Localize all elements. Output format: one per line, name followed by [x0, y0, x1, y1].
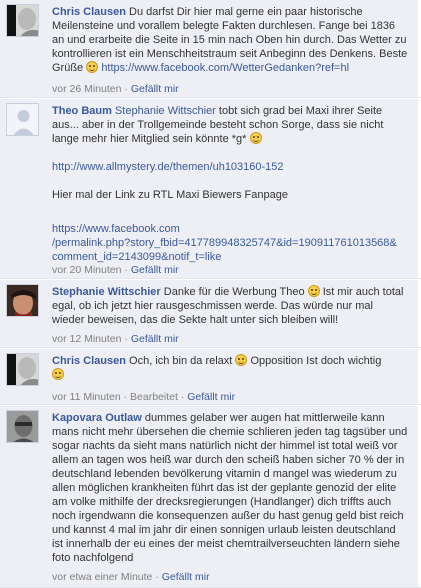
comment-body: Theo Baum Stephanie Wittschier tobt sich… — [52, 104, 408, 264]
like-button[interactable]: Gefällt mir — [187, 391, 235, 403]
avatar[interactable] — [6, 284, 39, 317]
comment-text: Opposition Ist doch wichtig — [250, 355, 382, 367]
comment: Stephanie Wittschier Danke für die Werbu… — [0, 280, 421, 348]
comment-timestamp[interactable]: vor 12 Minuten — [52, 333, 121, 345]
comment-text: dummes gelaber wer augen hat mittlerweil… — [52, 412, 408, 564]
separator: · — [124, 83, 128, 95]
profile-photo-icon — [7, 354, 38, 385]
comment-link[interactable]: https://www.facebook.com/WetterGedanken?… — [101, 62, 349, 74]
edited-label[interactable]: Bearbeitet — [130, 391, 178, 403]
separator: · — [123, 391, 128, 403]
comment-meta: vor 26 Minuten · Gefällt mir — [52, 83, 179, 95]
smiley-icon — [86, 61, 99, 73]
comment-author[interactable]: Kapovara Outlaw — [52, 412, 142, 424]
smiley-icon — [249, 132, 262, 144]
comment-link[interactable]: https://www.facebook.com — [52, 222, 408, 236]
comment-author[interactable]: Chris Clausen — [52, 355, 126, 367]
smiley-icon — [235, 354, 248, 366]
avatar[interactable] — [6, 410, 39, 443]
comment-timestamp[interactable]: vor 20 Minuten — [52, 264, 121, 276]
comment: Theo Baum Stephanie Wittschier tobt sich… — [0, 99, 421, 279]
mentioned-user[interactable]: Stephanie Wittschier — [115, 105, 216, 117]
profile-photo-icon — [7, 285, 38, 316]
separator: · — [124, 264, 128, 276]
comment-meta: vor 12 Minuten · Gefällt mir — [52, 333, 179, 345]
avatar[interactable] — [6, 353, 39, 386]
profile-photo-icon — [7, 5, 38, 36]
smiley-icon — [307, 285, 320, 297]
comment-body: Stephanie Wittschier Danke für die Werbu… — [52, 285, 408, 327]
comment-author[interactable]: Chris Clausen — [52, 6, 126, 18]
comment-author[interactable]: Theo Baum — [52, 105, 112, 117]
comment: Kapovara Outlaw dummes gelaber wer augen… — [0, 406, 421, 588]
separator: · — [180, 391, 185, 403]
comment-timestamp[interactable]: vor 26 Minuten — [52, 83, 121, 95]
profile-photo-icon — [7, 411, 38, 442]
comment-text: Och, ich bin da relaxt — [129, 355, 233, 367]
comment-feed: Chris Clausen Du darfst Dir hier mal ger… — [0, 0, 421, 588]
comment-meta: vor 11 Minuten · Bearbeitet · Gefällt mi… — [52, 391, 235, 403]
smiley-icon — [52, 368, 64, 380]
comment-text: Danke für die Werbung Theo — [163, 286, 305, 298]
comment-meta: vor 20 Minuten · Gefällt mir — [52, 264, 179, 276]
comment-text: Hier mal der Link zu RTL Maxi Biewers Fa… — [52, 189, 288, 201]
like-button[interactable]: Gefällt mir — [131, 83, 179, 95]
comment: Chris Clausen Och, ich bin da relaxt Opp… — [0, 349, 421, 405]
like-button[interactable]: Gefällt mir — [162, 571, 210, 583]
comment-meta: vor etwa einer Minute · Gefällt mir — [52, 571, 210, 583]
like-button[interactable]: Gefällt mir — [131, 333, 179, 345]
avatar[interactable] — [6, 4, 39, 37]
comment-link[interactable]: /permalink.php?story_fbid=41778994832574… — [52, 236, 408, 250]
comment-author[interactable]: Stephanie Wittschier — [52, 286, 161, 298]
default-profile-icon — [7, 104, 38, 135]
separator: · — [124, 333, 128, 345]
like-button[interactable]: Gefällt mir — [131, 264, 179, 276]
comment: Chris Clausen Du darfst Dir hier mal ger… — [0, 0, 421, 98]
comment-body: Kapovara Outlaw dummes gelaber wer augen… — [52, 411, 408, 565]
comment-link[interactable]: http://www.allmystery.de/themen/uh103160… — [52, 161, 284, 173]
comment-body: Chris Clausen Och, ich bin da relaxt Opp… — [52, 354, 408, 382]
comment-timestamp[interactable]: vor 11 Minuten — [52, 391, 121, 403]
avatar[interactable] — [6, 103, 39, 136]
comment-timestamp[interactable]: vor etwa einer Minute — [52, 571, 152, 583]
comment-link[interactable]: comment_id=2143099&notif_t=like — [52, 250, 408, 264]
comment-body: Chris Clausen Du darfst Dir hier mal ger… — [52, 5, 408, 75]
separator: · — [155, 571, 159, 583]
